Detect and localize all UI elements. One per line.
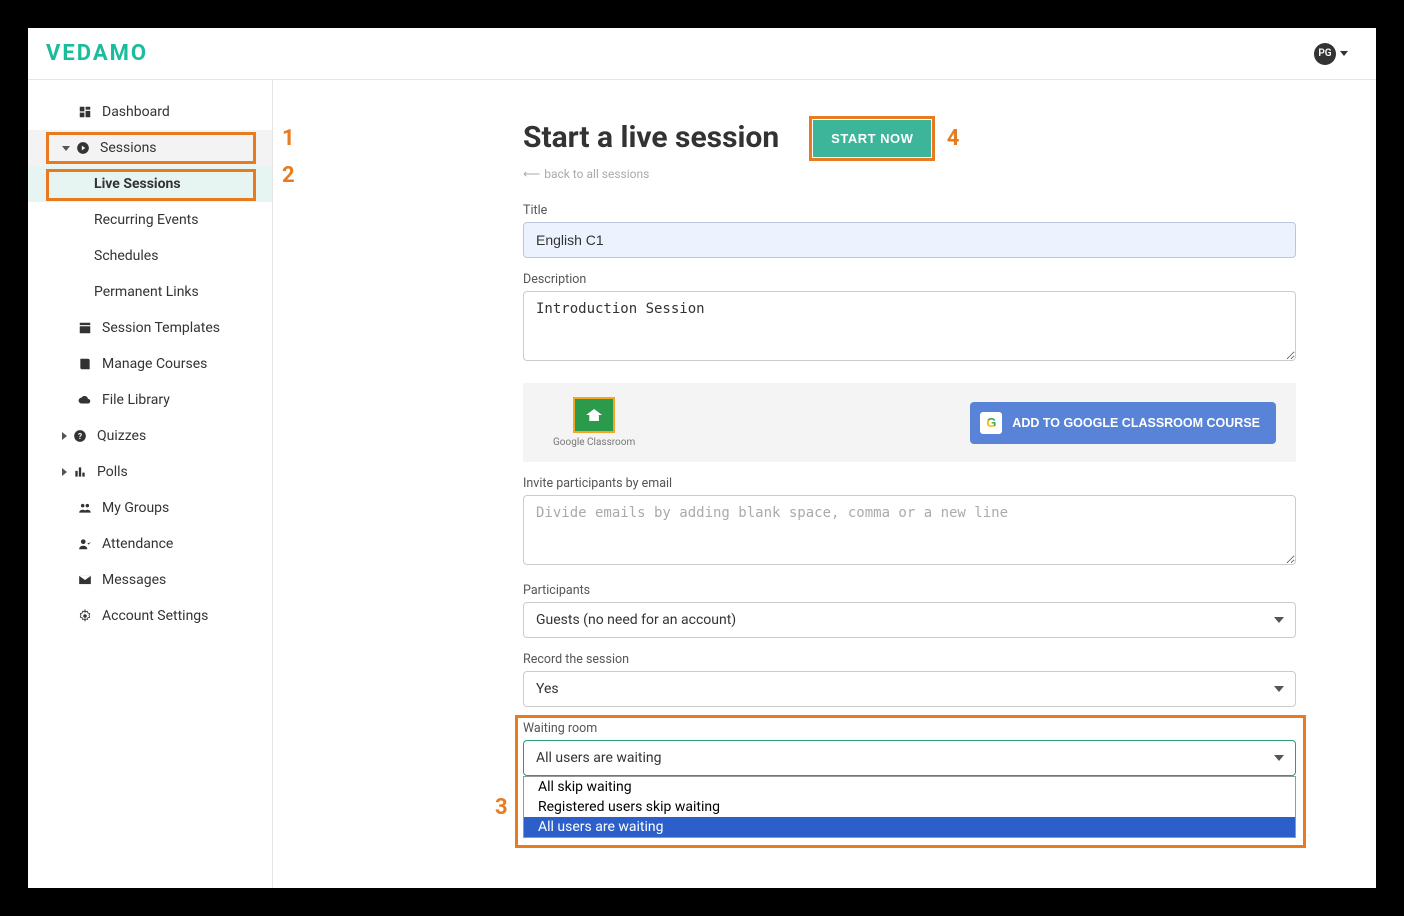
chevron-down-icon	[62, 146, 70, 151]
page-title: Start a live session	[523, 120, 779, 155]
sidebar-item-label: Dashboard	[102, 104, 170, 120]
sidebar-item-label: File Library	[102, 392, 170, 408]
sidebar-item-account-settings[interactable]: Account Settings	[28, 598, 272, 634]
invite-label: Invite participants by email	[523, 476, 1296, 491]
back-link-label: back to all sessions	[544, 167, 649, 181]
bar-chart-icon	[73, 465, 87, 479]
invite-input[interactable]	[523, 495, 1296, 565]
user-menu[interactable]: PG	[1314, 43, 1348, 65]
google-classroom-panel: Google Classroom G ADD TO GOOGLE CLASSRO…	[523, 383, 1296, 462]
sidebar-item-label: My Groups	[102, 500, 169, 516]
sidebar-item-label: Schedules	[94, 248, 158, 264]
sidebar-item-label: Recurring Events	[94, 212, 199, 228]
callout-number-1: 1	[282, 126, 295, 151]
sidebar-item-label: Session Templates	[102, 320, 220, 336]
caret-down-icon	[1340, 51, 1348, 56]
sidebar-item-recurring-events[interactable]: Recurring Events	[28, 202, 272, 238]
sidebar-item-dashboard[interactable]: Dashboard	[28, 94, 272, 130]
waiting-room-label: Waiting room	[523, 721, 1296, 736]
waiting-option-all-waiting[interactable]: All users are waiting	[524, 817, 1295, 837]
sidebar-item-attendance[interactable]: Attendance	[28, 526, 272, 562]
template-icon	[78, 321, 92, 335]
main-content: Start a live session START NOW 4 ⟵ back …	[273, 80, 1376, 888]
sidebar-item-label: Sessions	[100, 140, 157, 156]
sidebar-item-my-groups[interactable]: My Groups	[28, 490, 272, 526]
users-icon	[78, 501, 92, 515]
description-label: Description	[523, 272, 1296, 287]
sidebar-item-manage-courses[interactable]: Manage Courses	[28, 346, 272, 382]
participants-label: Participants	[523, 583, 1296, 598]
sidebar-item-label: Polls	[97, 464, 128, 480]
gear-icon	[78, 609, 92, 623]
sidebar-item-label: Messages	[102, 572, 166, 588]
sidebar-item-polls[interactable]: Polls	[28, 454, 272, 490]
chevron-right-icon	[62, 432, 67, 440]
waiting-room-select[interactable]: All users are waiting	[523, 740, 1296, 776]
sidebar-item-session-templates[interactable]: Session Templates	[28, 310, 272, 346]
sidebar-item-permanent-links[interactable]: Permanent Links	[28, 274, 272, 310]
title-label: Title	[523, 203, 1296, 218]
sidebar-item-quizzes[interactable]: ? Quizzes	[28, 418, 272, 454]
description-input[interactable]: Introduction Session	[523, 291, 1296, 361]
sidebar: Dashboard Sessions Live Sessions Recurri…	[28, 80, 273, 888]
sidebar-item-label: Quizzes	[97, 428, 146, 444]
svg-text:?: ?	[78, 431, 82, 441]
callout-number-4: 4	[947, 126, 960, 151]
envelope-icon	[78, 573, 92, 587]
record-label: Record the session	[523, 652, 1296, 667]
google-classroom-icon	[573, 397, 615, 433]
sidebar-item-label: Live Sessions	[94, 176, 181, 192]
avatar: PG	[1314, 43, 1336, 65]
cloud-icon	[78, 393, 92, 407]
sidebar-item-label: Permanent Links	[94, 284, 199, 300]
sidebar-item-label: Attendance	[102, 536, 173, 552]
sidebar-item-file-library[interactable]: File Library	[28, 382, 272, 418]
dashboard-icon	[78, 105, 92, 119]
sidebar-item-label: Manage Courses	[102, 356, 207, 372]
sidebar-item-sessions[interactable]: Sessions	[28, 130, 272, 166]
logo: VEDAMO	[46, 41, 148, 66]
user-check-icon	[78, 537, 92, 551]
record-select[interactable]: Yes	[523, 671, 1296, 707]
waiting-room-options: All skip waiting Registered users skip w…	[523, 776, 1296, 838]
sidebar-item-schedules[interactable]: Schedules	[28, 238, 272, 274]
play-circle-icon	[76, 141, 90, 155]
participants-select[interactable]: Guests (no need for an account)	[523, 602, 1296, 638]
sidebar-item-label: Account Settings	[102, 608, 208, 624]
google-classroom-caption: Google Classroom	[553, 437, 635, 448]
start-now-button[interactable]: START NOW	[813, 120, 931, 157]
chevron-right-icon	[62, 468, 67, 476]
book-icon	[78, 357, 92, 371]
google-g-icon: G	[980, 412, 1002, 434]
callout-number-2: 2	[282, 163, 295, 188]
title-input[interactable]	[523, 222, 1296, 258]
add-google-classroom-label: ADD TO GOOGLE CLASSROOM COURSE	[1012, 416, 1260, 430]
waiting-option-registered-skip[interactable]: Registered users skip waiting	[524, 797, 1295, 817]
help-icon: ?	[73, 429, 87, 443]
arrow-left-icon: ⟵	[523, 167, 540, 181]
waiting-option-all-skip[interactable]: All skip waiting	[524, 777, 1295, 797]
callout-number-3: 3	[495, 795, 508, 820]
sidebar-item-messages[interactable]: Messages	[28, 562, 272, 598]
sidebar-item-live-sessions[interactable]: Live Sessions	[28, 166, 272, 202]
back-link[interactable]: ⟵ back to all sessions	[523, 167, 649, 181]
add-google-classroom-button[interactable]: G ADD TO GOOGLE CLASSROOM COURSE	[970, 402, 1276, 444]
